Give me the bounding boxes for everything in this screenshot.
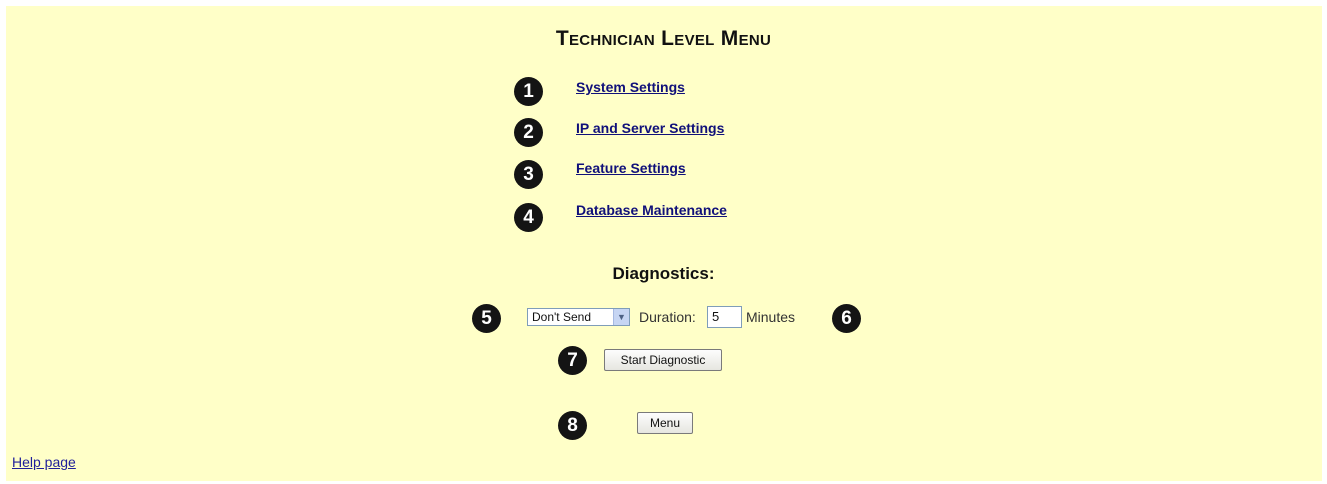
system-settings-link[interactable]: System Settings [576,79,685,95]
send-option-value: Don't Send [532,310,591,324]
callout-badge-1: 1 [514,77,543,106]
menu-button[interactable]: Menu [637,412,693,434]
help-page-link[interactable]: Help page [12,454,76,470]
page-panel [6,6,1322,481]
ip-server-settings-link[interactable]: IP and Server Settings [576,120,724,136]
callout-badge-4: 4 [514,203,543,232]
diagnostics-heading: Diagnostics: [612,264,715,283]
callout-badge-5: 5 [472,304,501,333]
database-maintenance-link[interactable]: Database Maintenance [576,202,727,218]
feature-settings-link[interactable]: Feature Settings [576,160,686,176]
callout-badge-6: 6 [832,304,861,333]
callout-badge-2: 2 [514,118,543,147]
callout-badge-7: 7 [558,346,587,375]
duration-label: Duration: [639,309,696,325]
page-title: Technician Level Menu [555,27,772,50]
chevron-down-icon[interactable]: ▼ [613,309,629,325]
send-option-select[interactable]: Don't Send ▼ [527,308,630,326]
duration-input[interactable]: 5 [707,306,742,328]
callout-badge-3: 3 [514,160,543,189]
start-diagnostic-button[interactable]: Start Diagnostic [604,349,722,371]
callout-badge-8: 8 [558,411,587,440]
minutes-label: Minutes [746,309,796,325]
